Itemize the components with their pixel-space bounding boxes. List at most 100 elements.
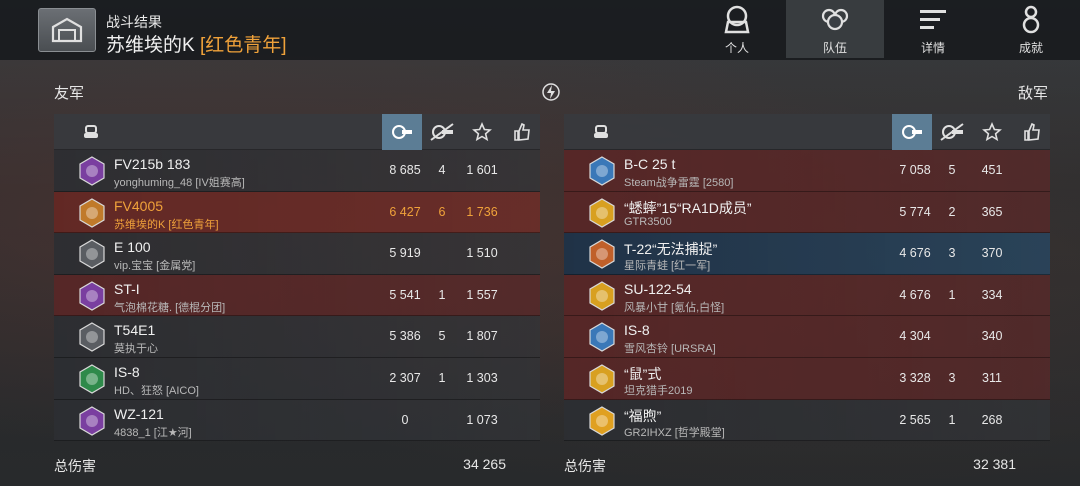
tab-medal[interactable]: 成就 (982, 0, 1080, 58)
exp-value: 451 (981, 163, 1003, 177)
tab-team[interactable]: 队伍 (786, 0, 884, 58)
tab-list[interactable]: 详情 (884, 0, 982, 58)
medal-icon (1022, 5, 1040, 34)
player-row[interactable]: B-C 25 t Steam战争雷霆 [2580] 7 058 5 451 (564, 150, 1050, 192)
player-row[interactable]: “福煦” GR2IHXZ [哲学殿堂] 2 565 1 268 (564, 399, 1050, 442)
rating-badge-icon (79, 322, 105, 353)
exp-value: 1 557 (466, 287, 498, 302)
battle-result-label: 战斗结果 (106, 14, 162, 30)
rating-badge-icon (589, 281, 615, 311)
tab-label: 个人 (724, 41, 749, 55)
tab-label: 成就 (1018, 41, 1043, 55)
allies-total-label: 总伤害 (54, 458, 96, 474)
kills-icon (430, 123, 454, 141)
player-row[interactable]: FV215b 183 yonghuming_48 [IV姐赛高] 8 685 4 1 6… (54, 150, 540, 192)
damage-value: 4 304 (899, 329, 931, 344)
player-row[interactable]: “鼠”式 坦克猎手2019 3 328 3 311 (564, 357, 1050, 400)
top-bar: 战斗结果 苏维埃的K [红色青年] 个人 队伍 详情 成就 (0, 0, 1080, 60)
player-row[interactable]: E 100 vip.宝宝 [金属党] 5 919 1 510 (54, 233, 540, 275)
rating-badge-icon (589, 239, 615, 269)
exp-value: 1 601 (466, 163, 498, 177)
enemies-total: 总伤害 32 381 (564, 448, 1050, 480)
allies-total: 总伤害 34 265 (54, 448, 540, 480)
player-row[interactable]: WZ-121 4838_1 [江★河] 0 1 073 (54, 399, 540, 442)
player-name: Steam战争雷霆 [2580] (624, 177, 734, 189)
player-row[interactable]: “蟋蟀”15“RA1D成员” GTR3500 5 774 2 365 (564, 191, 1050, 234)
like-button[interactable] (1012, 114, 1052, 150)
tank-name: “鼠”式 (624, 365, 662, 382)
allies-total-value: 34 265 (463, 456, 506, 472)
player-row[interactable]: T-22“无法捕捉” 星际青蛙 [红一军] 4 676 3 370 (564, 233, 1050, 275)
player-row[interactable]: IS-8 HD、狂怒 [AICO] 2 307 1 1 303 (54, 357, 540, 400)
player-name: GR2IHXZ [哲学殿堂] (624, 426, 725, 439)
exp-value: 340 (981, 329, 1003, 344)
player-name: 苏维埃的K [红色青年] (114, 218, 219, 231)
sort-damage-button[interactable] (892, 114, 932, 150)
tab-label: 队伍 (822, 41, 847, 55)
sort-kills-button[interactable] (932, 114, 972, 150)
tank-name: FV4005 (114, 197, 164, 214)
rating-badge-icon (79, 239, 105, 269)
player-name: 风暴小甘 [氪佔,白怪] (624, 301, 725, 314)
player-name: 莫执于心 (114, 343, 158, 356)
player-name: HD、狂怒 [AICO] (114, 384, 199, 397)
allies-title: 友军 (54, 85, 85, 102)
player-name: 4838_1 [江★河] (114, 426, 192, 439)
result-tabs: 个人 队伍 详情 成就 (688, 0, 1080, 60)
player-row[interactable]: FV4005 苏维埃的K [红色青年] 6 427 6 1 736 (54, 191, 540, 234)
tab-helmet[interactable]: 个人 (688, 0, 786, 58)
rating-badge-icon (79, 364, 105, 394)
damage-value: 0 (401, 412, 409, 427)
rating-badge-icon (589, 197, 615, 228)
thumbs-up-icon (1024, 122, 1040, 141)
enemies-panel: B-C 25 t Steam战争雷霆 [2580] 7 058 5 451 “蟋蟀”15“… (564, 114, 1050, 442)
player-name: GTR3500 (624, 215, 672, 228)
player-row[interactable]: SU-122-54 风暴小甘 [氪佔,白怪] 4 676 1 334 (564, 274, 1050, 317)
exp-value: 1 303 (466, 370, 498, 385)
rating-badge-icon (79, 405, 105, 436)
tank-name: ST-I (114, 280, 140, 297)
kills-icon (940, 123, 964, 141)
player-name: 苏维埃的K (106, 35, 195, 56)
tank-icon (594, 125, 608, 138)
team-icon (821, 8, 849, 31)
player-row[interactable]: T54E1 莫执于心 5 386 5 1 807 (54, 316, 540, 358)
player-name: 坦克猎手2019 (624, 384, 693, 397)
table-header (564, 114, 1050, 150)
star-icon (472, 122, 492, 142)
tank-name: FV215b 183 (114, 156, 191, 172)
tank-name: IS-8 (114, 363, 140, 380)
exp-value: 370 (981, 246, 1003, 261)
like-button[interactable] (502, 114, 542, 150)
exp-value: 1 807 (466, 329, 498, 344)
star-icon (982, 122, 1002, 142)
helmet-icon (724, 5, 750, 34)
sort-exp-button[interactable] (972, 114, 1012, 150)
tank-name: WZ-121 (114, 405, 164, 422)
sort-damage-button[interactable] (382, 114, 422, 150)
player-name: yonghuming_48 [IV姐赛高] (114, 177, 245, 189)
player-row[interactable]: IS-8 雪风杏铃 [URSRA] 4 304 340 (564, 316, 1050, 358)
garage-button[interactable] (38, 8, 96, 52)
player-name: 星际青蛙 [红一军] (624, 260, 711, 273)
enemies-total-value: 32 381 (973, 456, 1016, 472)
damage-value: 5 919 (389, 246, 421, 261)
tank-name: E 100 (114, 239, 151, 256)
tank-name: T54E1 (114, 322, 156, 339)
player-name: vip.宝宝 [金属党] (114, 260, 196, 273)
tank-name: B-C 25 t (624, 156, 676, 172)
rating-badge-icon (79, 156, 105, 186)
enemies-total-label: 总伤害 (564, 458, 606, 474)
player-name: 雪风杏铃 [URSRA] (624, 343, 716, 356)
damage-icon (902, 125, 922, 139)
exp-value: 334 (981, 287, 1003, 302)
player-row[interactable]: ST-I 气泡棉花糖. [德棍分团] 5 541 1 1 557 (54, 274, 540, 317)
enemies-title: 敌军 (1018, 85, 1049, 102)
allies-panel: FV215b 183 yonghuming_48 [IV姐赛高] 8 685 4 1 6… (54, 114, 540, 442)
table-header (54, 114, 540, 150)
sort-exp-button[interactable] (462, 114, 502, 150)
player-title: 苏维埃的K [红色青年] (106, 30, 287, 57)
tab-label: 详情 (920, 41, 945, 55)
sort-kills-button[interactable] (422, 114, 462, 150)
tank-name: IS-8 (624, 322, 650, 339)
